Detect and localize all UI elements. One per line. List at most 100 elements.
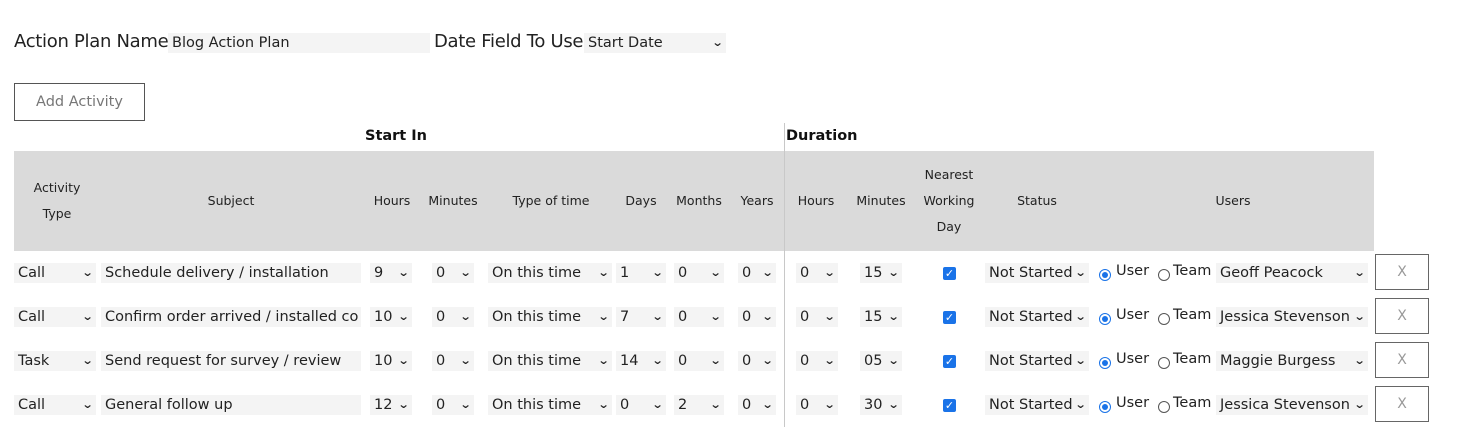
start-in-heading: Start In	[365, 128, 428, 144]
duration-hours-select[interactable]: 0 ⌄	[796, 351, 838, 371]
type-of-time-select[interactable]: On this time ⌄	[488, 263, 612, 283]
action-plan-name-input[interactable]: Blog Action Plan	[168, 33, 430, 53]
assign-team-radio[interactable]	[1158, 357, 1170, 369]
start-hours-select[interactable]: 9 ⌄	[370, 263, 412, 283]
duration-hours-select-value: 0	[800, 265, 810, 281]
delete-row-button[interactable]: X	[1375, 342, 1429, 378]
nearest-working-day-checkbox[interactable]: ✓	[943, 311, 956, 324]
chevron-down-icon: ⌄	[651, 354, 664, 367]
duration-minutes-select[interactable]: 15 ⌄	[860, 263, 902, 283]
start-minutes-select-value: 0	[436, 353, 446, 369]
nearest-working-day-checkbox[interactable]: ✓	[943, 355, 956, 368]
start-days-select[interactable]: 14 ⌄	[616, 351, 666, 371]
chevron-down-icon: ⌄	[761, 354, 774, 367]
type-of-time-select-value: On this time	[492, 265, 582, 281]
start-days-select-value: 14	[620, 353, 639, 369]
date-field-select[interactable]: Start Date ⌄	[584, 33, 726, 53]
duration-minutes-select[interactable]: 30 ⌄	[860, 395, 902, 415]
chevron-down-icon: ⌄	[1074, 354, 1087, 367]
assign-user-radio[interactable]	[1099, 357, 1111, 369]
start-months-select[interactable]: 0 ⌄	[674, 307, 724, 327]
delete-row-button[interactable]: X	[1375, 386, 1429, 422]
delete-row-button[interactable]: X	[1375, 298, 1429, 334]
chevron-down-icon: ⌄	[887, 354, 900, 367]
start-years-select[interactable]: 0 ⌄	[738, 307, 776, 327]
assign-team-radio[interactable]	[1158, 401, 1170, 413]
start-years-select[interactable]: 0 ⌄	[738, 263, 776, 283]
col-nearest-working-day: Nearest Working Day	[923, 167, 975, 234]
start-days-select-value: 0	[620, 397, 630, 413]
assign-team-radio[interactable]	[1158, 269, 1170, 281]
duration-hours-select[interactable]: 0 ⌄	[796, 307, 838, 327]
status-select[interactable]: Not Started ⌄	[985, 307, 1089, 327]
duration-hours-select[interactable]: 0 ⌄	[796, 395, 838, 415]
chevron-down-icon: ⌄	[1074, 398, 1087, 411]
type-of-time-select-value: On this time	[492, 353, 582, 369]
assign-user-radio[interactable]	[1099, 269, 1111, 281]
activity-type-select-value: Call	[18, 265, 46, 281]
start-months-select-value: 2	[678, 397, 688, 413]
chevron-down-icon: ⌄	[761, 266, 774, 279]
action-plan-name-label: Action Plan Name	[14, 31, 169, 52]
start-minutes-select[interactable]: 0 ⌄	[432, 351, 474, 371]
user-select-value: Jessica Stevenson	[1220, 397, 1350, 413]
start-minutes-select[interactable]: 0 ⌄	[432, 263, 474, 283]
type-of-time-select[interactable]: On this time ⌄	[488, 395, 612, 415]
start-days-select[interactable]: 1 ⌄	[616, 263, 666, 283]
activity-type-select[interactable]: Call ⌄	[14, 307, 96, 327]
status-select[interactable]: Not Started ⌄	[985, 263, 1089, 283]
col-days: Days	[625, 193, 657, 208]
chevron-down-icon: ⌄	[397, 398, 410, 411]
subject-input[interactable]: Send request for survey / review	[101, 351, 361, 371]
assign-team-radio[interactable]	[1158, 313, 1170, 325]
start-months-select[interactable]: 0 ⌄	[674, 263, 724, 283]
chevron-down-icon: ⌄	[709, 354, 722, 367]
status-select[interactable]: Not Started ⌄	[985, 395, 1089, 415]
user-select[interactable]: Maggie Burgess ⌄	[1216, 351, 1368, 371]
add-activity-button[interactable]: Add Activity	[14, 83, 145, 121]
subject-input[interactable]: Confirm order arrived / installed co	[101, 307, 361, 327]
nearest-working-day-checkbox[interactable]: ✓	[943, 267, 956, 280]
duration-hours-select-value: 0	[800, 353, 810, 369]
date-field-label: Date Field To Use	[434, 31, 584, 52]
status-select[interactable]: Not Started ⌄	[985, 351, 1089, 371]
activity-type-select-value: Task	[18, 353, 50, 369]
user-select[interactable]: Jessica Stevenson ⌄	[1216, 395, 1368, 415]
start-years-select-value: 0	[742, 397, 752, 413]
activity-type-select[interactable]: Call ⌄	[14, 395, 96, 415]
type-of-time-select[interactable]: On this time ⌄	[488, 307, 612, 327]
duration-minutes-select[interactable]: 05 ⌄	[860, 351, 902, 371]
subject-input[interactable]: Schedule delivery / installation	[101, 263, 361, 283]
start-years-select[interactable]: 0 ⌄	[738, 395, 776, 415]
start-hours-select[interactable]: 12 ⌄	[370, 395, 412, 415]
chevron-down-icon: ⌄	[711, 36, 724, 49]
start-minutes-select[interactable]: 0 ⌄	[432, 307, 474, 327]
start-hours-select[interactable]: 10 ⌄	[370, 307, 412, 327]
delete-row-button[interactable]: X	[1375, 254, 1429, 290]
type-of-time-select[interactable]: On this time ⌄	[488, 351, 612, 371]
col-duration-minutes: Minutes	[856, 193, 906, 208]
assign-team-label: Team	[1173, 263, 1212, 279]
user-select[interactable]: Geoff Peacock ⌄	[1216, 263, 1368, 283]
assign-user-radio[interactable]	[1099, 401, 1111, 413]
user-select[interactable]: Jessica Stevenson ⌄	[1216, 307, 1368, 327]
start-months-select[interactable]: 2 ⌄	[674, 395, 724, 415]
assign-team-label: Team	[1173, 307, 1212, 323]
duration-hours-select[interactable]: 0 ⌄	[796, 263, 838, 283]
start-minutes-select[interactable]: 0 ⌄	[432, 395, 474, 415]
start-months-select-value: 0	[678, 353, 688, 369]
start-months-select[interactable]: 0 ⌄	[674, 351, 724, 371]
assign-user-radio[interactable]	[1099, 313, 1111, 325]
duration-minutes-select[interactable]: 15 ⌄	[860, 307, 902, 327]
subject-input[interactable]: General follow up	[101, 395, 361, 415]
chevron-down-icon: ⌄	[459, 354, 472, 367]
start-days-select[interactable]: 0 ⌄	[616, 395, 666, 415]
activity-type-select[interactable]: Task ⌄	[14, 351, 96, 371]
activity-type-select[interactable]: Call ⌄	[14, 263, 96, 283]
start-years-select[interactable]: 0 ⌄	[738, 351, 776, 371]
start-days-select[interactable]: 7 ⌄	[616, 307, 666, 327]
start-hours-select[interactable]: 10 ⌄	[370, 351, 412, 371]
nearest-working-day-checkbox[interactable]: ✓	[943, 399, 956, 412]
chevron-down-icon: ⌄	[459, 398, 472, 411]
chevron-down-icon: ⌄	[1353, 354, 1366, 367]
